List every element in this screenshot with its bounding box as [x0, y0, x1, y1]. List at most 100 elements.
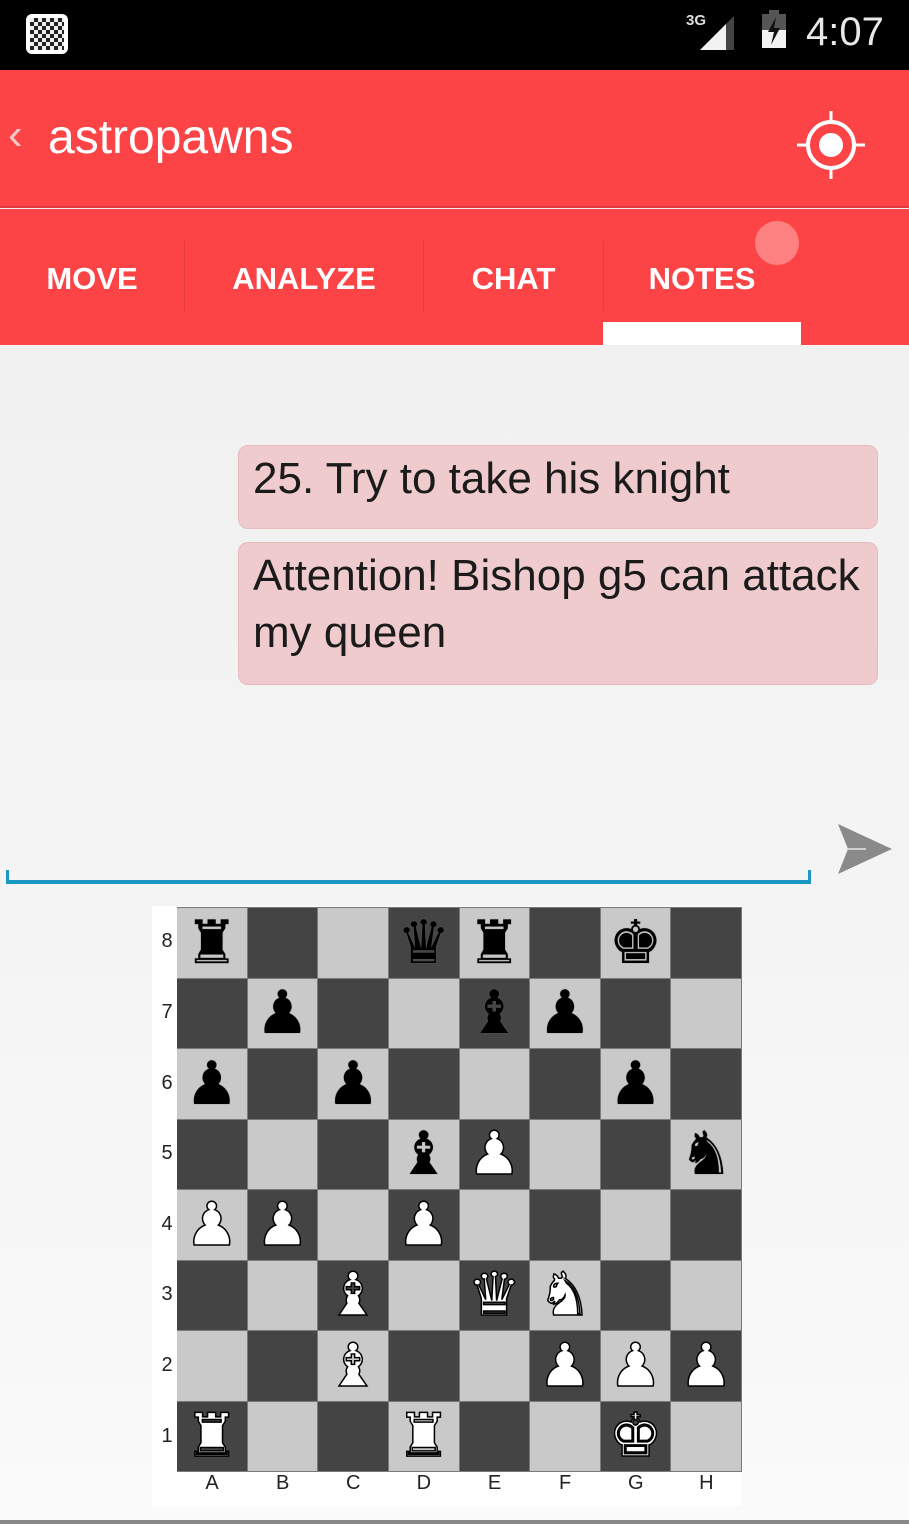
send-icon[interactable] [836, 822, 894, 876]
square-a7[interactable] [177, 978, 248, 1049]
white-pawn-icon[interactable]: ♟ [679, 1335, 734, 1397]
square-f4[interactable] [530, 1190, 601, 1261]
square-b2[interactable] [247, 1331, 319, 1402]
square-c3[interactable]: ♝ [318, 1260, 389, 1331]
square-g7[interactable] [600, 978, 672, 1049]
black-king-icon[interactable]: ♚ [609, 913, 663, 973]
square-b6[interactable] [247, 1049, 319, 1120]
square-h2[interactable]: ♟ [671, 1331, 742, 1402]
white-rook-icon[interactable]: ♜ [396, 1406, 451, 1468]
square-c2[interactable]: ♝ [318, 1331, 389, 1402]
square-g3[interactable] [600, 1260, 672, 1331]
white-pawn-icon[interactable]: ♟ [537, 1335, 592, 1397]
white-bishop-icon[interactable]: ♝ [325, 1335, 380, 1397]
square-e8[interactable]: ♜ [459, 908, 531, 979]
opponent-name-title[interactable]: astropawns [48, 110, 293, 165]
square-b1[interactable] [247, 1401, 319, 1472]
square-g1[interactable]: ♚ [600, 1401, 672, 1472]
square-c4[interactable] [318, 1190, 389, 1261]
square-d6[interactable] [388, 1049, 460, 1120]
note-input[interactable] [6, 820, 811, 886]
black-bishop-icon[interactable]: ♝ [397, 1124, 451, 1184]
square-g4[interactable] [600, 1190, 672, 1261]
back-chevron-icon[interactable]: ‹ [8, 110, 23, 160]
white-queen-icon[interactable]: ♛ [467, 1265, 522, 1327]
square-f2[interactable]: ♟ [530, 1331, 601, 1402]
square-a6[interactable]: ♟ [177, 1049, 248, 1120]
square-b5[interactable] [247, 1119, 319, 1190]
square-e1[interactable] [459, 1401, 531, 1472]
square-e3[interactable]: ♛ [459, 1260, 531, 1331]
square-a3[interactable] [177, 1260, 248, 1331]
square-b4[interactable]: ♟ [247, 1190, 319, 1261]
square-e7[interactable]: ♝ [459, 978, 531, 1049]
black-knight-icon[interactable]: ♞ [679, 1124, 733, 1184]
tab-analyze[interactable]: ANALYZE [185, 209, 423, 345]
square-c5[interactable] [318, 1119, 389, 1190]
square-f8[interactable] [530, 908, 601, 979]
white-pawn-icon[interactable]: ♟ [184, 1194, 239, 1256]
square-a4[interactable]: ♟ [177, 1190, 248, 1261]
square-a2[interactable] [177, 1331, 248, 1402]
square-h6[interactable] [671, 1049, 742, 1120]
black-pawn-icon[interactable]: ♟ [256, 983, 310, 1043]
square-b8[interactable] [247, 908, 319, 979]
square-a8[interactable]: ♜ [177, 908, 248, 979]
white-pawn-icon[interactable]: ♟ [255, 1194, 310, 1256]
square-d5[interactable]: ♝ [388, 1119, 460, 1190]
white-pawn-icon[interactable]: ♟ [467, 1124, 522, 1186]
white-pawn-icon[interactable]: ♟ [608, 1335, 663, 1397]
square-f5[interactable] [530, 1119, 601, 1190]
target-icon[interactable] [795, 105, 867, 185]
square-f7[interactable]: ♟ [530, 978, 601, 1049]
square-g5[interactable] [600, 1119, 672, 1190]
black-queen-icon[interactable]: ♛ [397, 913, 451, 973]
square-f1[interactable] [530, 1401, 601, 1472]
black-pawn-icon[interactable]: ♟ [538, 983, 592, 1043]
square-e5[interactable]: ♟ [459, 1119, 531, 1190]
chess-board[interactable]: ♜ ♛ ♜ ♚ ♟ ♝ ♟ ♟ ♟ ♟ ♝ ♟ ♞ ♟ ♟ ♟ ♝ ♛ ♞ ♝ ♟ ♟ ♟ ♜ ♜ ♚ [177, 907, 742, 1472]
white-knight-icon[interactable]: ♞ [537, 1265, 592, 1327]
black-pawn-icon[interactable]: ♟ [326, 1054, 380, 1114]
square-d1[interactable]: ♜ [388, 1401, 460, 1472]
black-bishop-icon[interactable]: ♝ [467, 983, 521, 1043]
square-h7[interactable] [671, 978, 742, 1049]
white-bishop-icon[interactable]: ♝ [325, 1265, 380, 1327]
square-a5[interactable] [177, 1119, 248, 1190]
square-g6[interactable]: ♟ [600, 1049, 672, 1120]
square-c8[interactable] [318, 908, 389, 979]
square-e6[interactable] [459, 1049, 531, 1120]
black-pawn-icon[interactable]: ♟ [609, 1054, 663, 1114]
square-b7[interactable]: ♟ [247, 978, 319, 1049]
tab-move[interactable]: MOVE [0, 209, 184, 345]
square-c6[interactable]: ♟ [318, 1049, 389, 1120]
square-a1[interactable]: ♜ [177, 1401, 248, 1472]
square-h8[interactable] [671, 908, 742, 979]
black-pawn-icon[interactable]: ♟ [185, 1054, 239, 1114]
square-d8[interactable]: ♛ [388, 908, 460, 979]
square-d2[interactable] [388, 1331, 460, 1402]
note-item[interactable]: 25. Try to take his knight [238, 445, 878, 529]
tab-chat[interactable]: CHAT [424, 209, 603, 345]
white-pawn-icon[interactable]: ♟ [396, 1194, 451, 1256]
square-c1[interactable] [318, 1401, 389, 1472]
note-item[interactable]: Attention! Bishop g5 can attack my queen [238, 542, 878, 685]
white-king-icon[interactable]: ♚ [608, 1406, 663, 1468]
square-h3[interactable] [671, 1260, 742, 1331]
black-rook-icon[interactable]: ♜ [467, 913, 521, 973]
square-f3[interactable]: ♞ [530, 1260, 601, 1331]
white-rook-icon[interactable]: ♜ [184, 1406, 239, 1468]
square-e2[interactable] [459, 1331, 531, 1402]
square-c7[interactable] [318, 978, 389, 1049]
square-h5[interactable]: ♞ [671, 1119, 742, 1190]
square-g2[interactable]: ♟ [600, 1331, 672, 1402]
square-d4[interactable]: ♟ [388, 1190, 460, 1261]
square-h1[interactable] [671, 1401, 742, 1472]
black-rook-icon[interactable]: ♜ [185, 913, 239, 973]
square-d3[interactable] [388, 1260, 460, 1331]
square-g8[interactable]: ♚ [600, 908, 672, 979]
square-d7[interactable] [388, 978, 460, 1049]
square-b3[interactable] [247, 1260, 319, 1331]
square-h4[interactable] [671, 1190, 742, 1261]
square-f6[interactable] [530, 1049, 601, 1120]
